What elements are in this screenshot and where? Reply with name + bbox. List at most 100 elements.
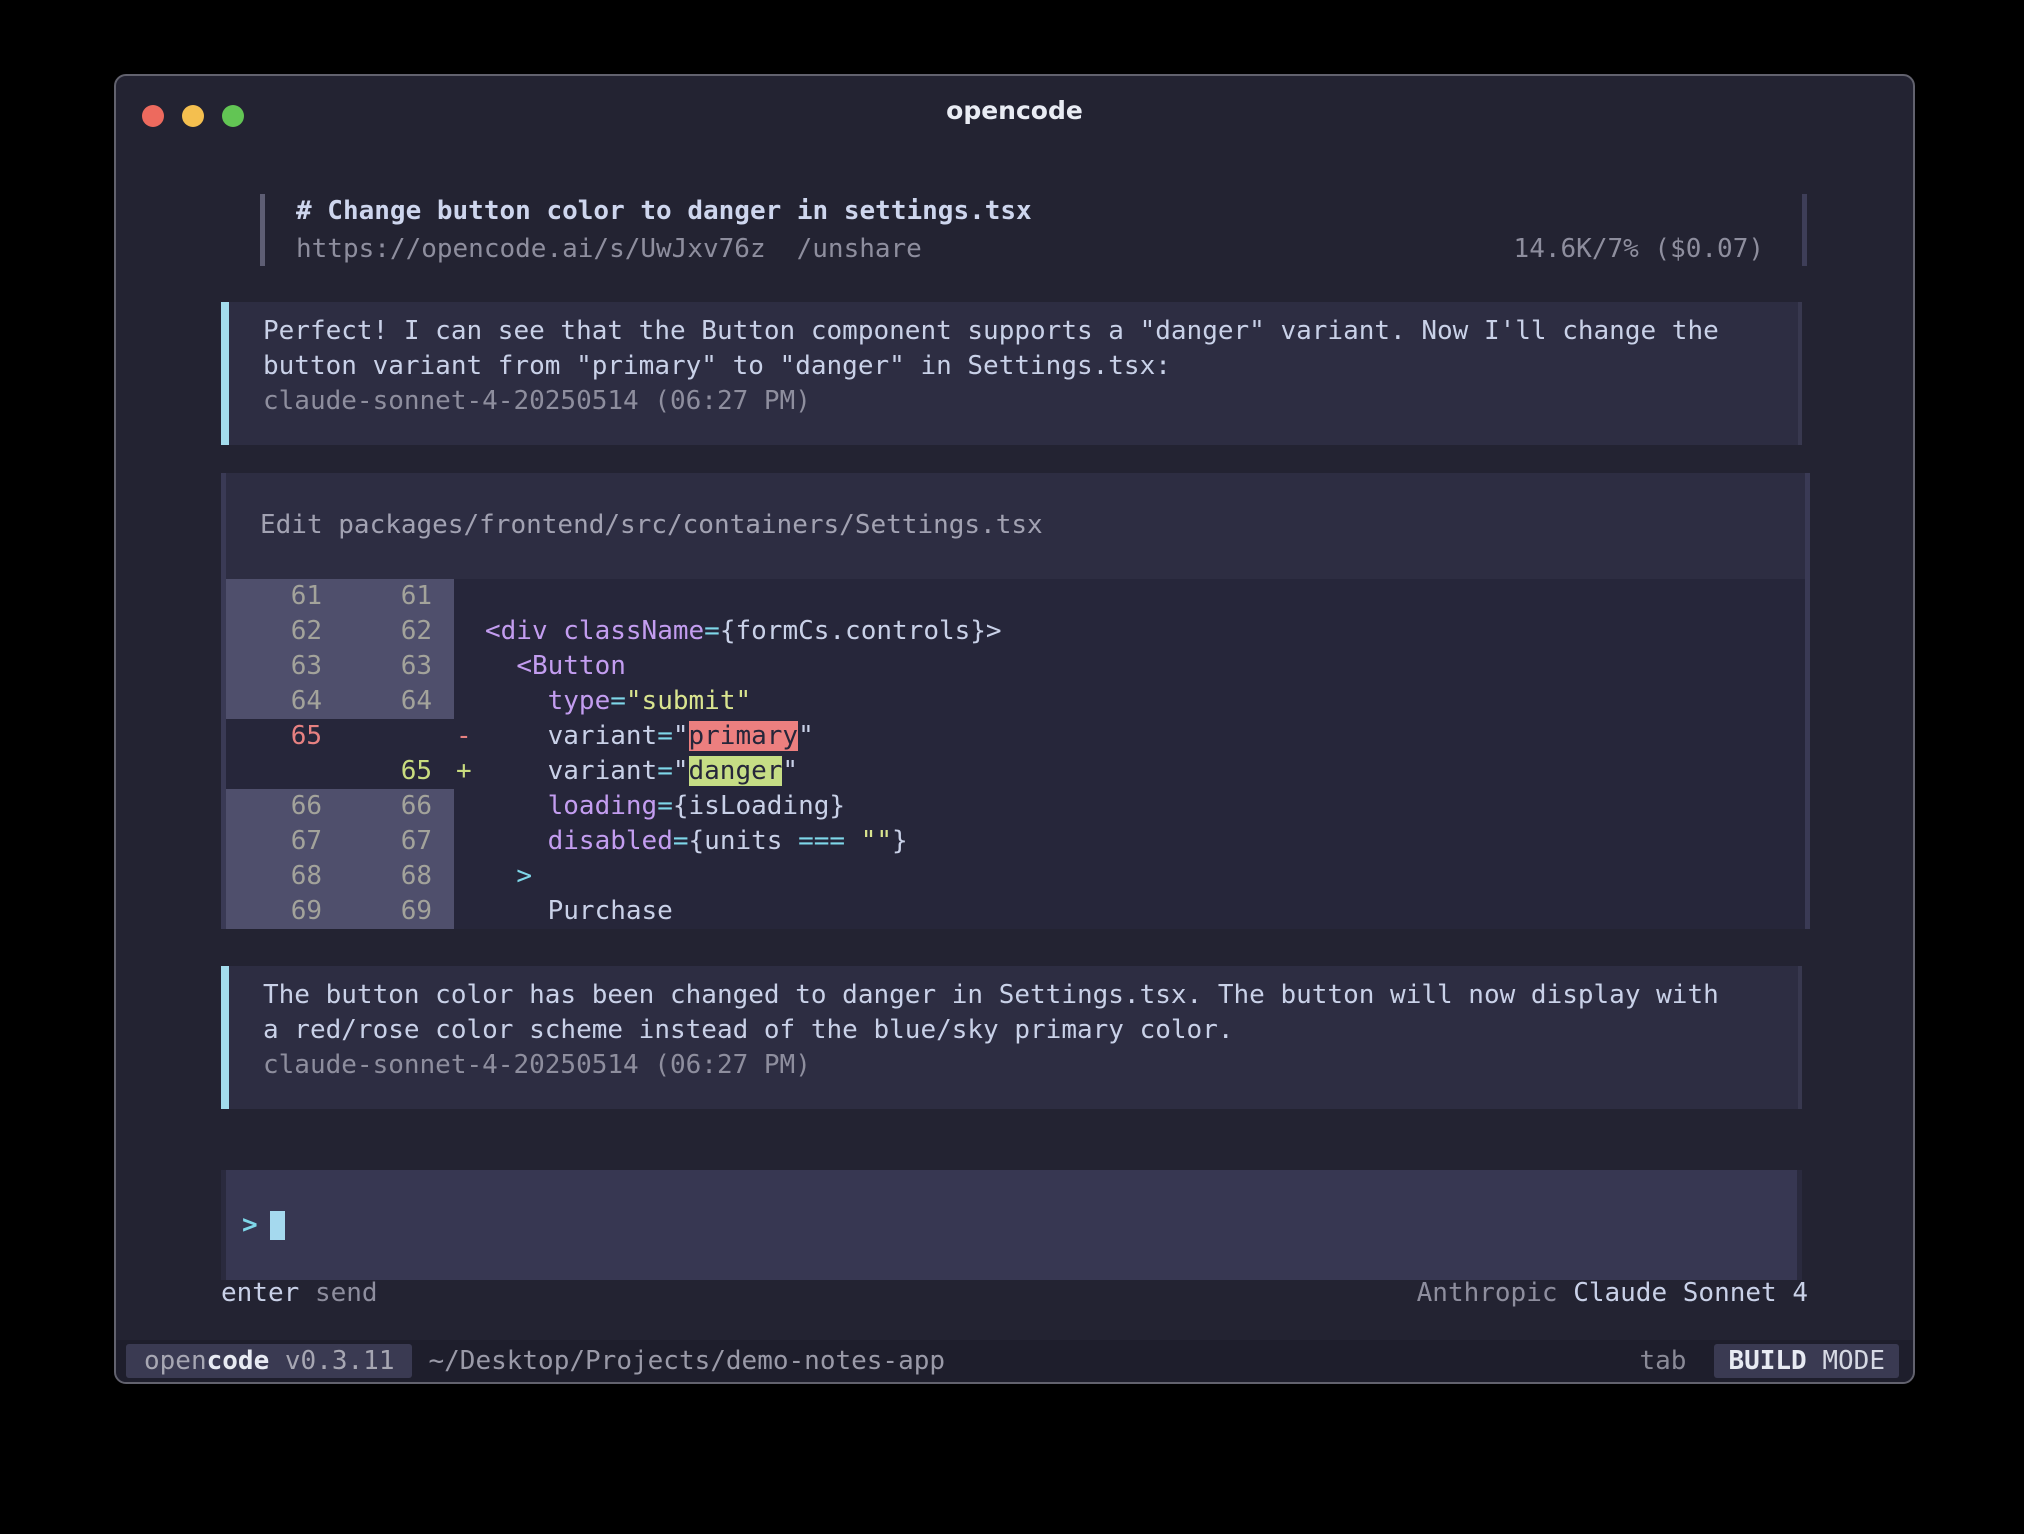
diff-view: 61616262 <div className={formCs.controls}… (226, 579, 1805, 929)
app-name-normal: open (144, 1346, 207, 1376)
diff-code-line (485, 579, 1805, 614)
session-title: # Change button color to danger in setti… (296, 196, 1032, 226)
diff-row: 6969 Purchase (226, 894, 1805, 929)
old-line-number: 62 (226, 614, 322, 649)
diff-row: 65 + variant="danger" (226, 754, 1805, 789)
diff-row: 65 - variant="primary" (226, 719, 1805, 754)
diff-marker (454, 614, 485, 649)
mode-chip[interactable]: BUILD MODE (1714, 1344, 1899, 1378)
message-text-line: Perfect! I can see that the Button compo… (263, 314, 1758, 349)
old-line-number: 67 (226, 824, 322, 859)
working-directory: ~/Desktop/Projects/demo-notes-app (428, 1346, 945, 1376)
session-title-row: # Change button color to danger in setti… (260, 192, 1807, 230)
new-line-number: 64 (322, 684, 432, 719)
prompt-caret: > (242, 1210, 258, 1240)
new-line-number (322, 719, 432, 754)
diff-gutter: 65 (226, 754, 454, 789)
diff-row: 6868 > (226, 859, 1805, 894)
message-text-line: The button color has been changed to dan… (263, 978, 1758, 1013)
diff-marker (454, 684, 485, 719)
diff-gutter: 6969 (226, 894, 454, 929)
diff-row: 6464 type="submit" (226, 684, 1805, 719)
diff-code-line: <Button (485, 649, 1805, 684)
old-line-number: 65 (226, 719, 322, 754)
prompt-input[interactable]: > (221, 1170, 1802, 1280)
diff-code-line: <div className={formCs.controls}> (485, 614, 1805, 649)
diff-code-line: variant="primary" (485, 719, 1805, 754)
message-text-line: button variant from "primary" to "danger… (263, 349, 1758, 384)
unshare-command[interactable]: /unshare (797, 234, 922, 264)
new-line-number: 63 (322, 649, 432, 684)
new-line-number: 66 (322, 789, 432, 824)
diff-marker (454, 789, 485, 824)
old-line-number: 68 (226, 859, 322, 894)
diff-code-line: Purchase (485, 894, 1805, 929)
diff-row: 6161 (226, 579, 1805, 614)
diff-marker (454, 579, 485, 614)
diff-gutter: 65 (226, 719, 454, 754)
old-line-number: 61 (226, 579, 322, 614)
opencode-window: opencode # Change button color to danger… (114, 74, 1915, 1384)
diff-row: 6262 <div className={formCs.controls}> (226, 614, 1805, 649)
context-usage-stats: 14.6K/7% ($0.07) (1514, 230, 1764, 268)
hints-row: enter send Anthropic Claude Sonnet 4 (221, 1276, 1808, 1311)
app-name-bold: code (207, 1346, 270, 1376)
diff-row: 6363 <Button (226, 649, 1805, 684)
diff-marker (454, 894, 485, 929)
enter-key-hint: enter (221, 1278, 299, 1308)
diff-code-line: loading={isLoading} (485, 789, 1805, 824)
desktop-background: opencode # Change button color to danger… (0, 0, 2024, 1534)
diff-marker: + (454, 754, 485, 789)
share-url-link[interactable]: https://opencode.ai/s/UwJxv76z (296, 234, 766, 264)
new-line-number: 69 (322, 894, 432, 929)
model-indicator: Anthropic Claude Sonnet 4 (1417, 1276, 1808, 1311)
model-label: Claude Sonnet 4 (1573, 1278, 1808, 1308)
app-version-chip: opencode v0.3.11 (126, 1344, 412, 1378)
diff-row: 6666 loading={isLoading} (226, 789, 1805, 824)
old-line-number: 64 (226, 684, 322, 719)
new-line-number: 65 (322, 754, 432, 789)
assistant-message-2: The button color has been changed to dan… (221, 966, 1802, 1109)
diff-gutter: 6363 (226, 649, 454, 684)
provider-label: Anthropic (1417, 1278, 1558, 1308)
model-timestamp: claude-sonnet-4-20250514 (06:27 PM) (263, 384, 1758, 419)
old-line-number: 69 (226, 894, 322, 929)
session-header-left-bar (260, 194, 265, 266)
new-line-number: 67 (322, 824, 432, 859)
new-line-number: 68 (322, 859, 432, 894)
diff-code-line: disabled={units === ""} (485, 824, 1805, 859)
new-line-number: 61 (322, 579, 432, 614)
diff-marker (454, 649, 485, 684)
session-header-right-bar (1802, 194, 1807, 266)
status-bar: opencode v0.3.11 ~/Desktop/Projects/demo… (116, 1340, 1913, 1382)
diff-gutter: 6868 (226, 859, 454, 894)
diff-gutter: 6464 (226, 684, 454, 719)
diff-gutter: 6161 (226, 579, 454, 614)
diff-gutter: 6666 (226, 789, 454, 824)
diff-row: 6767 disabled={units === ""} (226, 824, 1805, 859)
diff-marker (454, 859, 485, 894)
old-line-number: 66 (226, 789, 322, 824)
mode-name: BUILD (1728, 1346, 1806, 1376)
tab-key-hint[interactable]: tab (1639, 1346, 1686, 1376)
diff-code-line: variant="danger" (485, 754, 1805, 789)
diff-code-line: type="submit" (485, 684, 1805, 719)
text-cursor (270, 1211, 285, 1240)
send-hint: enter send (221, 1276, 378, 1311)
edit-tool-card: Edit packages/frontend/src/containers/Se… (221, 473, 1810, 929)
new-line-number: 62 (322, 614, 432, 649)
send-action-label: send (315, 1278, 378, 1308)
diff-gutter: 6262 (226, 614, 454, 649)
edit-tool-title: Edit packages/frontend/src/containers/Se… (226, 508, 1805, 543)
message-text-line: a red/rose color scheme instead of the b… (263, 1013, 1758, 1048)
diff-marker (454, 824, 485, 859)
app-version: v0.3.11 (269, 1346, 394, 1376)
diff-code-line: > (485, 859, 1805, 894)
model-timestamp: claude-sonnet-4-20250514 (06:27 PM) (263, 1048, 1758, 1083)
session-header: # Change button color to danger in setti… (260, 192, 1807, 268)
window-title: opencode (116, 96, 1913, 125)
assistant-message-1: Perfect! I can see that the Button compo… (221, 302, 1802, 445)
mode-suffix: MODE (1807, 1346, 1885, 1376)
diff-marker: - (454, 719, 485, 754)
old-line-number (226, 754, 322, 789)
